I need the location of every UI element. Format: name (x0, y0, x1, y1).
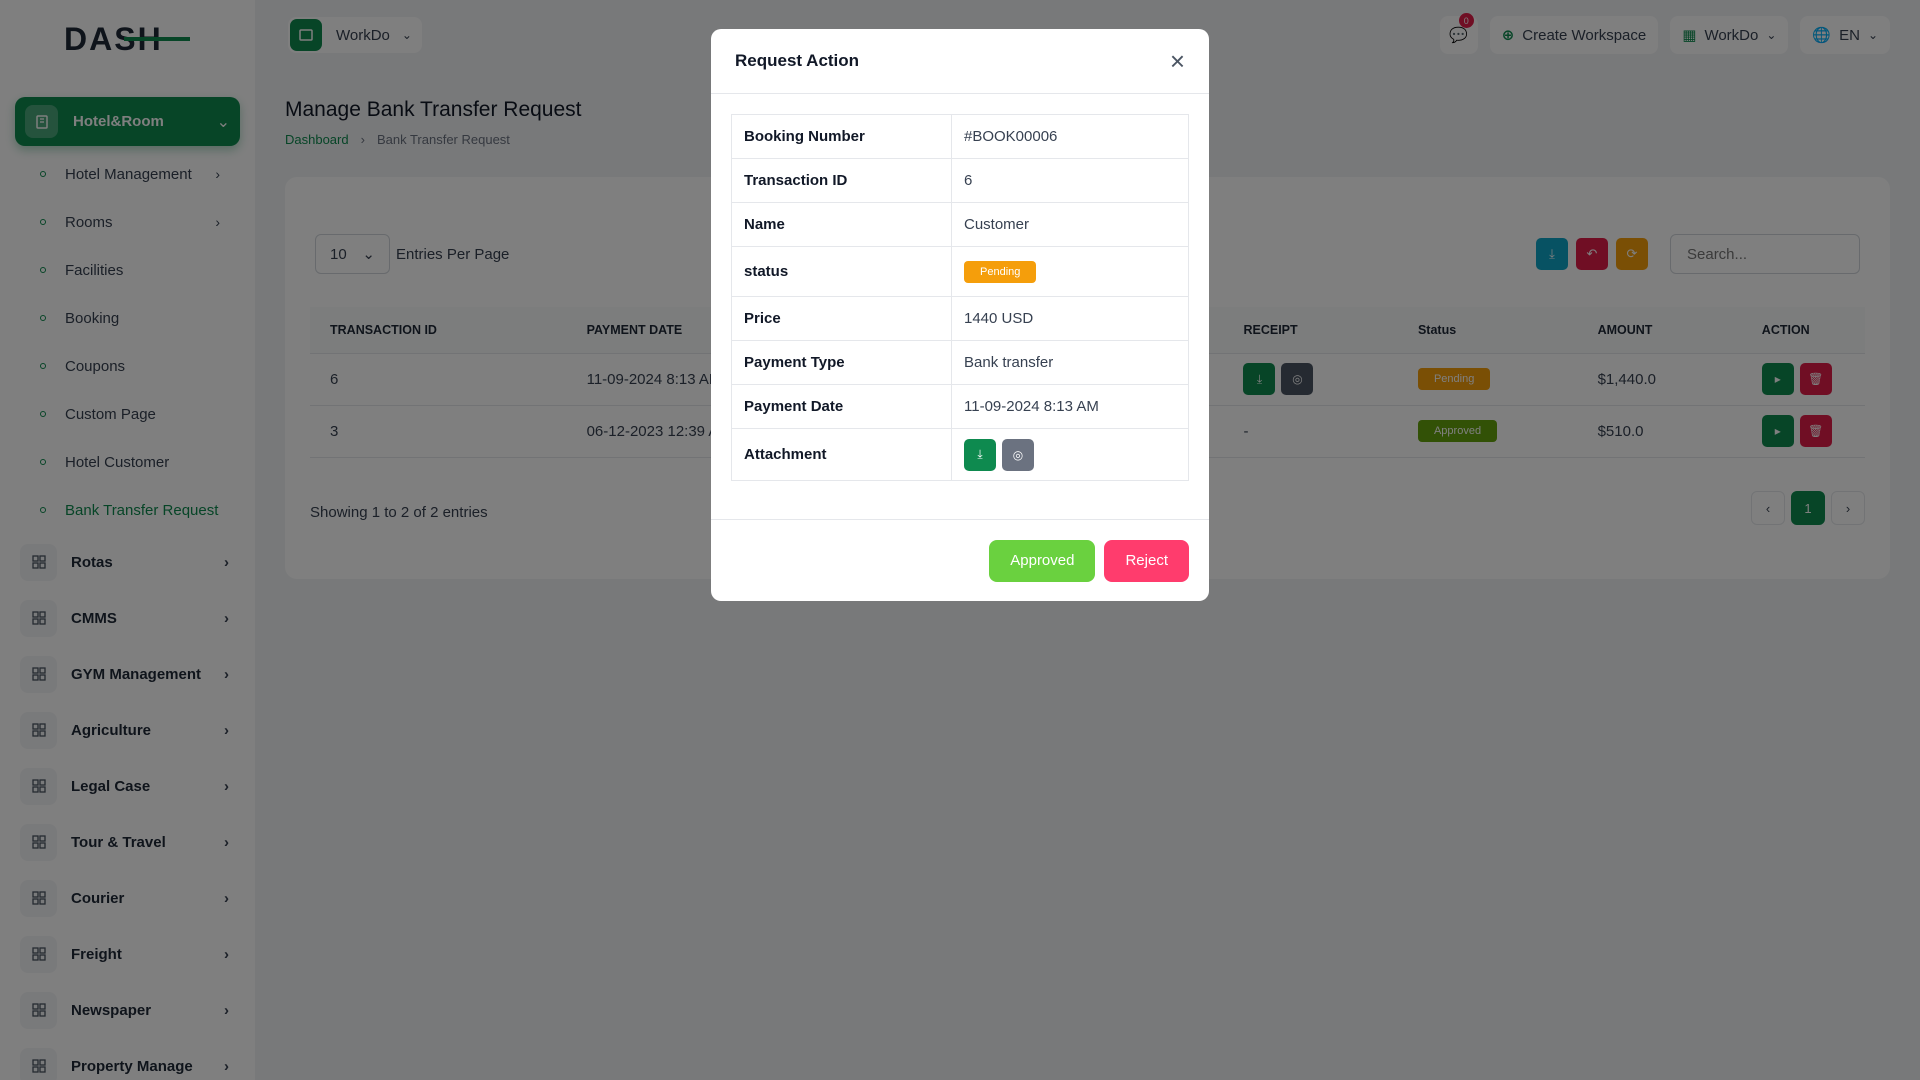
detail-value: Bank transfer (951, 340, 1189, 385)
detail-row: Transaction ID 6 (731, 158, 1189, 203)
preview-icon: ◎ (1012, 447, 1024, 462)
modal-header: Request Action × (711, 29, 1209, 94)
detail-value: 6 (951, 158, 1189, 203)
detail-row: Payment Type Bank transfer (731, 340, 1189, 385)
detail-row: status Pending (731, 246, 1189, 297)
request-details-table: Booking Number #BOOK00006 Transaction ID 6 N… (731, 114, 1189, 481)
detail-value: Pending (951, 246, 1189, 297)
close-icon[interactable]: × (1170, 48, 1185, 74)
detail-row: Booking Number #BOOK00006 (731, 114, 1189, 159)
detail-label: Payment Type (731, 340, 952, 385)
detail-label: Booking Number (731, 114, 952, 159)
detail-value: #BOOK00006 (951, 114, 1189, 159)
detail-label: Payment Date (731, 384, 952, 429)
detail-label: Transaction ID (731, 158, 952, 203)
detail-row: Price 1440 USD (731, 296, 1189, 341)
download-attachment-button[interactable]: ⤓ (964, 438, 996, 471)
request-action-modal: Request Action × Booking Number #BOOK0000… (711, 29, 1209, 601)
detail-value: 1440 USD (951, 296, 1189, 341)
detail-label: Name (731, 202, 952, 247)
download-icon: ⤓ (977, 447, 983, 461)
status-badge: Pending (964, 260, 1037, 283)
detail-value: Customer (951, 202, 1189, 247)
detail-label: status (731, 246, 952, 297)
detail-row: Name Customer (731, 202, 1189, 247)
reject-button[interactable]: Reject (1104, 539, 1189, 582)
detail-label: Price (731, 296, 952, 341)
detail-value: ⤓ ◎ (951, 428, 1189, 481)
modal-footer: Approved Reject (711, 519, 1209, 601)
detail-row: Payment Date 11-09-2024 8:13 AM (731, 384, 1189, 429)
detail-label: Attachment (731, 428, 952, 481)
approve-button[interactable]: Approved (989, 539, 1096, 582)
detail-value: 11-09-2024 8:13 AM (951, 384, 1189, 429)
preview-attachment-button[interactable]: ◎ (1002, 438, 1034, 471)
detail-row: Attachment ⤓ ◎ (731, 428, 1189, 481)
modal-title: Request Action (735, 51, 860, 70)
